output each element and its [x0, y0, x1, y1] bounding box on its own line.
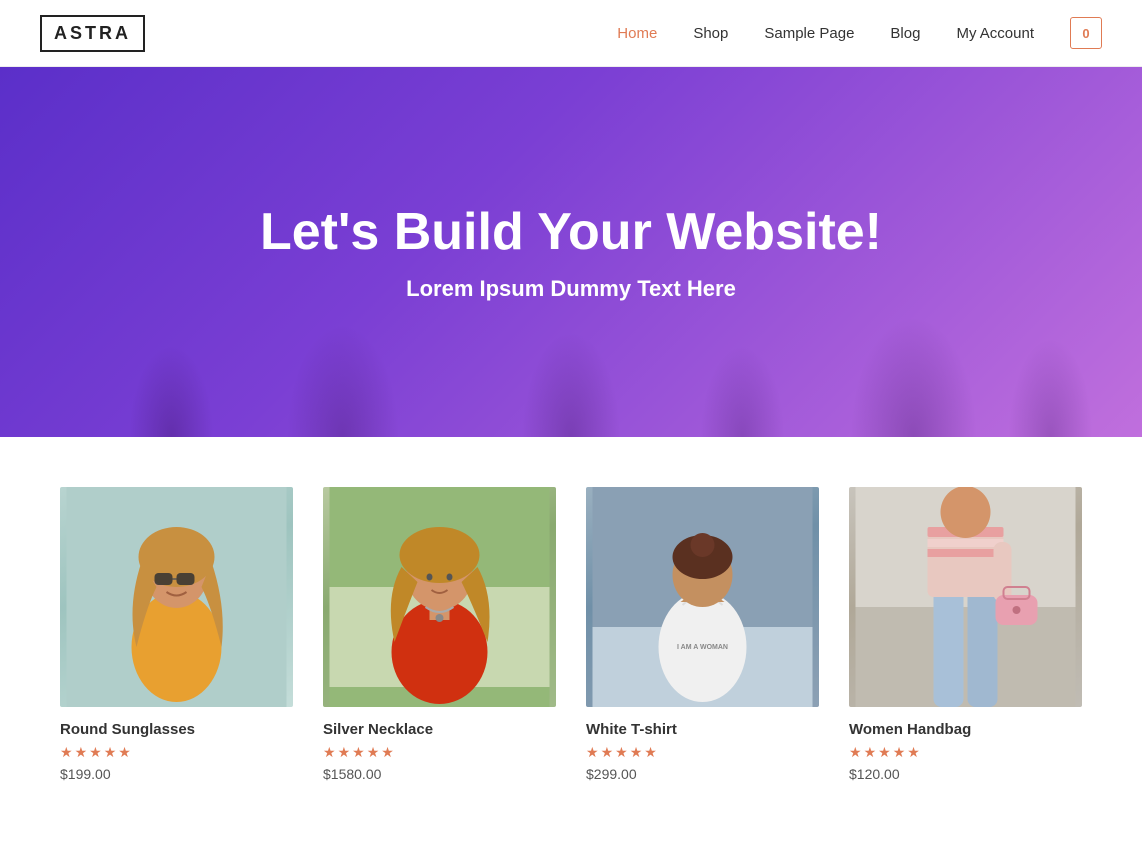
product-card: Women Handbag ★ ★ ★ ★ ★ $120.00 — [849, 487, 1082, 782]
product-price: $299.00 — [586, 766, 819, 782]
product-title[interactable]: Round Sunglasses — [60, 721, 293, 738]
product-image[interactable]: I AM A WOMAN — [586, 487, 819, 707]
product-image[interactable] — [60, 487, 293, 707]
nav-shop[interactable]: Shop — [693, 25, 728, 42]
product-image[interactable] — [323, 487, 556, 707]
hero-heading: Let's Build Your Website! — [260, 202, 882, 262]
cart-count: 0 — [1082, 26, 1089, 41]
product-card: I AM A WOMAN White T-shirt ★ ★ ★ ★ ★ $29… — [586, 487, 819, 782]
header: ASTRA Home Shop Sample Page Blog My Acco… — [0, 0, 1142, 67]
main-nav: Home Shop Sample Page Blog My Account 0 — [617, 17, 1102, 49]
products-section: Round Sunglasses ★ ★ ★ ★ ★ $199.00 — [0, 437, 1142, 822]
nav-my-account[interactable]: My Account — [956, 25, 1034, 42]
nav-home[interactable]: Home — [617, 25, 657, 42]
product-title[interactable]: Silver Necklace — [323, 721, 556, 738]
svg-text:I AM A WOMAN: I AM A WOMAN — [677, 644, 728, 651]
hero-banner: Let's Build Your Website! Lorem Ipsum Du… — [0, 67, 1142, 437]
product-title[interactable]: Women Handbag — [849, 721, 1082, 738]
nav-sample-page[interactable]: Sample Page — [764, 25, 854, 42]
nav-blog[interactable]: Blog — [890, 25, 920, 42]
product-price: $199.00 — [60, 766, 293, 782]
product-stars: ★ ★ ★ ★ ★ — [323, 744, 556, 761]
product-price: $120.00 — [849, 766, 1082, 782]
logo[interactable]: ASTRA — [40, 15, 145, 52]
product-stars: ★ ★ ★ ★ ★ — [849, 744, 1082, 761]
product-price: $1580.00 — [323, 766, 556, 782]
product-title[interactable]: White T-shirt — [586, 721, 819, 738]
product-stars: ★ ★ ★ ★ ★ — [60, 744, 293, 761]
product-stars: ★ ★ ★ ★ ★ — [586, 744, 819, 761]
hero-subheading: Lorem Ipsum Dummy Text Here — [406, 276, 736, 302]
product-card: Silver Necklace ★ ★ ★ ★ ★ $1580.00 — [323, 487, 556, 782]
hero-background — [0, 237, 1142, 437]
cart-button[interactable]: 0 — [1070, 17, 1102, 49]
product-card: Round Sunglasses ★ ★ ★ ★ ★ $199.00 — [60, 487, 293, 782]
product-image[interactable] — [849, 487, 1082, 707]
products-grid: Round Sunglasses ★ ★ ★ ★ ★ $199.00 — [60, 487, 1082, 782]
